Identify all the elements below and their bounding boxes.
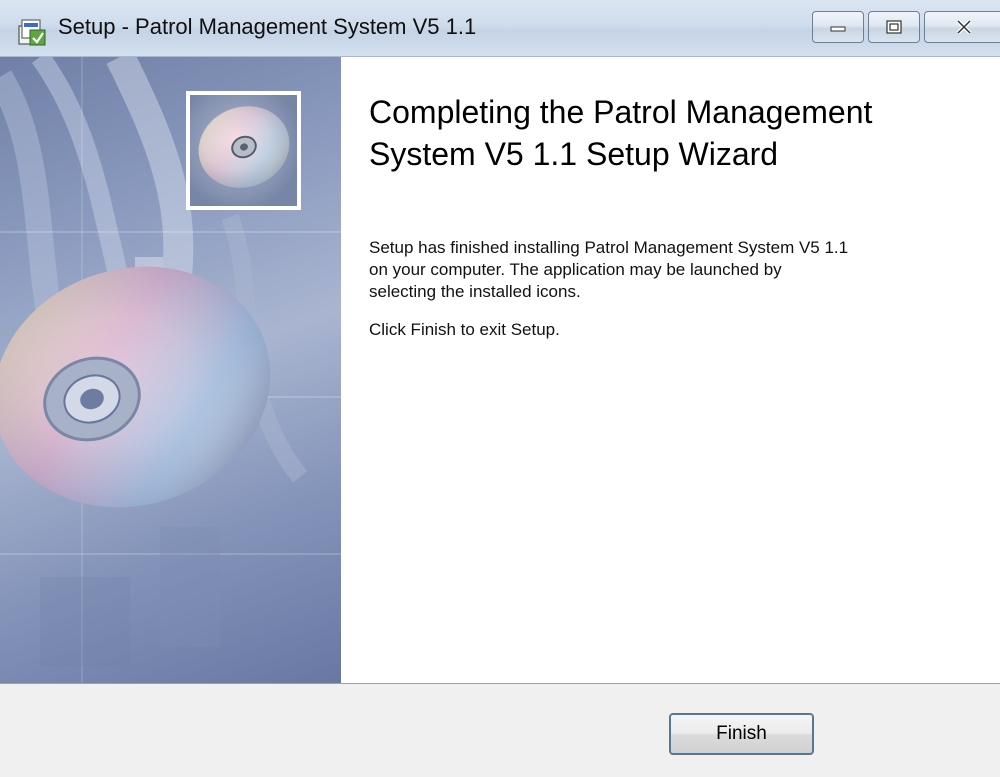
finish-button[interactable]: Finish	[669, 713, 814, 755]
completion-message-line-3: selecting the installed icons.	[369, 282, 581, 301]
cd-disc-banner	[0, 57, 341, 683]
page-title-line-1: Completing the Patrol Management	[369, 94, 873, 130]
setup-window: Setup - Patrol Management System V5 1.1	[0, 0, 1000, 777]
close-icon	[956, 19, 972, 35]
minimize-button[interactable]	[812, 11, 864, 43]
finish-button-label: Finish	[716, 723, 767, 744]
wizard-content: Completing the Patrol Management System …	[341, 57, 1000, 683]
title-bar[interactable]: Setup - Patrol Management System V5 1.1	[0, 0, 1000, 57]
minimize-icon	[830, 26, 846, 32]
window-title: Setup - Patrol Management System V5 1.1	[58, 14, 477, 39]
installer-icon[interactable]	[16, 16, 48, 48]
exit-instruction: Click Finish to exit Setup.	[369, 320, 560, 339]
page-title: Completing the Patrol Management System …	[369, 91, 969, 175]
cd-disc-illustration	[0, 57, 341, 683]
maximize-button[interactable]	[868, 11, 920, 43]
caption-buttons	[812, 11, 1000, 45]
maximize-icon	[886, 20, 902, 34]
button-bar: Finish	[0, 683, 1000, 777]
completion-message-line-1: Setup has finished installing Patrol Man…	[369, 238, 849, 257]
page-title-line-2: System V5 1.1 Setup Wizard	[369, 136, 779, 172]
completion-message-line-2: on your computer. The application may be…	[369, 260, 782, 279]
completion-message: Setup has finished installing Patrol Man…	[369, 237, 969, 303]
close-button[interactable]	[924, 11, 1000, 43]
